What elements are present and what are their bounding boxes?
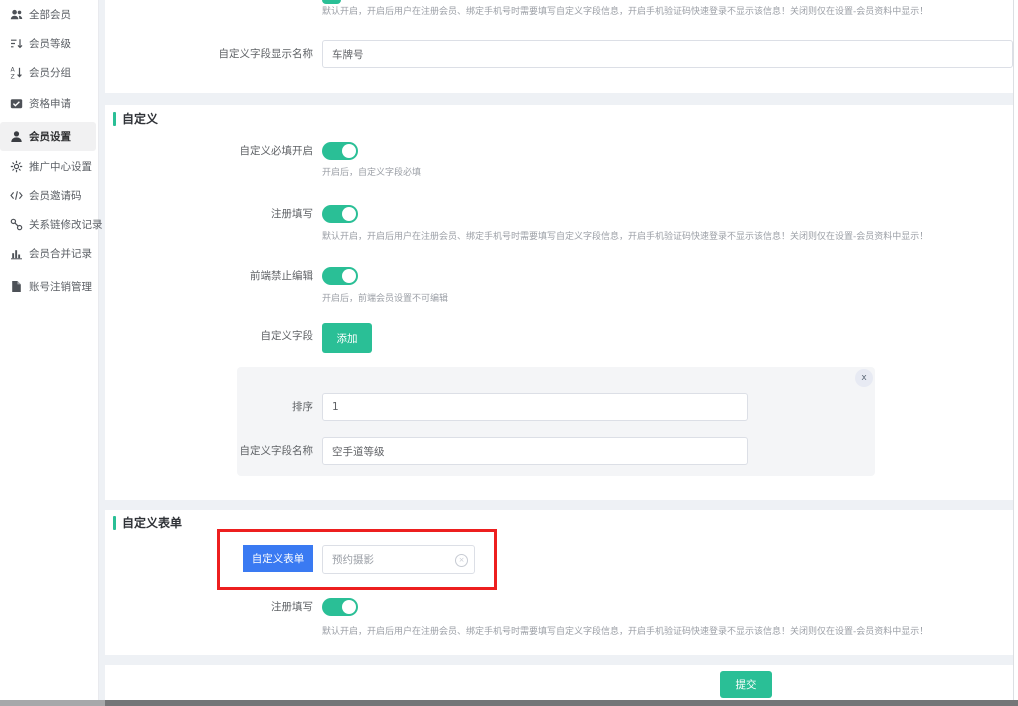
form-register-toggle[interactable] bbox=[322, 598, 358, 616]
users-icon bbox=[10, 8, 23, 21]
section-accent-bar bbox=[113, 112, 116, 126]
sidebar: 全部会员 会员等级 AZ 会员分组 资格申请 会员设置 推广中心设置 会员邀请码 bbox=[0, 0, 99, 700]
custom-required-toggle[interactable] bbox=[322, 142, 358, 160]
scrollbar-rail[interactable] bbox=[1013, 0, 1018, 700]
toggle-note: 默认开启，开启后用户在注册会员、绑定手机号时需要填写自定义字段信息，开启手机验证… bbox=[322, 6, 928, 18]
footer-bar: 提交 bbox=[105, 665, 1013, 700]
approval-icon bbox=[10, 97, 23, 110]
sidebar-item-label: 资格申请 bbox=[29, 96, 71, 111]
gear-icon bbox=[10, 160, 23, 173]
frontend-lock-toggle[interactable] bbox=[322, 267, 358, 285]
sidebar-item-label: 会员设置 bbox=[29, 129, 71, 144]
code-icon bbox=[10, 189, 23, 202]
custom-field-panel: x 排序 自定义字段名称 bbox=[237, 367, 875, 476]
bar-chart-icon bbox=[10, 247, 23, 260]
section-accent-bar bbox=[113, 516, 116, 530]
sidebar-item-member-merge-log[interactable]: 会员合并记录 bbox=[0, 239, 98, 268]
sidebar-item-account-cancel-manage[interactable]: 账号注销管理 bbox=[0, 272, 98, 301]
user-icon bbox=[10, 130, 23, 143]
sidebar-item-label: 会员邀请码 bbox=[29, 188, 82, 203]
sort-input[interactable] bbox=[322, 393, 748, 421]
add-field-button[interactable]: 添加 bbox=[322, 323, 372, 353]
sidebar-item-label: 推广中心设置 bbox=[29, 159, 92, 174]
custom-required-label: 自定义必填开启 bbox=[105, 145, 313, 158]
sort-descending-icon bbox=[10, 37, 23, 50]
close-icon[interactable]: x bbox=[855, 369, 873, 387]
sidebar-item-label: 关系链修改记录 bbox=[29, 217, 103, 232]
sidebar-item-label: 账号注销管理 bbox=[29, 279, 92, 294]
toggle-partial[interactable] bbox=[322, 0, 341, 4]
app-window: 全部会员 会员等级 AZ 会员分组 资格申请 会员设置 推广中心设置 会员邀请码 bbox=[0, 0, 1018, 706]
field-name-label: 自定义字段名称 bbox=[237, 445, 313, 458]
custom-fields-label: 自定义字段 bbox=[105, 330, 313, 343]
link-icon bbox=[10, 218, 23, 231]
sidebar-item-member-levels[interactable]: 会员等级 bbox=[0, 29, 98, 58]
display-name-input[interactable] bbox=[322, 40, 1013, 68]
sidebar-item-promotion-center-settings[interactable]: 推广中心设置 bbox=[0, 152, 98, 181]
document-icon bbox=[10, 280, 23, 293]
custom-section-card: 自定义 自定义必填开启 开启后，自定义字段必填 注册填写 默认开启，开启后用户在… bbox=[105, 105, 1013, 500]
sidebar-item-all-members[interactable]: 全部会员 bbox=[0, 0, 98, 29]
sidebar-item-label: 会员合并记录 bbox=[29, 246, 92, 261]
main-content: 默认开启，开启后用户在注册会员、绑定手机号时需要填写自定义字段信息，开启手机验证… bbox=[105, 0, 1013, 700]
custom-required-note: 开启后，自定义字段必填 bbox=[322, 167, 421, 179]
sidebar-item-label: 会员等级 bbox=[29, 36, 71, 51]
form-register-note: 默认开启，开启后用户在注册会员、绑定手机号时需要填写自定义字段信息，开启手机验证… bbox=[322, 626, 928, 638]
window-bottom-edge bbox=[105, 700, 1018, 706]
svg-text:Z: Z bbox=[11, 73, 15, 79]
submit-button[interactable]: 提交 bbox=[720, 671, 772, 698]
display-name-label: 自定义字段显示名称 bbox=[105, 48, 313, 61]
section-title: 自定义 bbox=[122, 112, 158, 126]
register-fill-toggle[interactable] bbox=[322, 205, 358, 223]
sidebar-item-label: 全部会员 bbox=[29, 7, 71, 22]
display-name-card: 默认开启，开启后用户在注册会员、绑定手机号时需要填写自定义字段信息，开启手机验证… bbox=[105, 0, 1013, 93]
register-fill-note: 默认开启，开启后用户在注册会员、绑定手机号时需要填写自定义字段信息，开启手机验证… bbox=[322, 231, 928, 243]
sidebar-item-member-invite-code[interactable]: 会员邀请码 bbox=[0, 181, 98, 210]
sidebar-item-qualification-apply[interactable]: 资格申请 bbox=[0, 89, 98, 118]
sort-label: 排序 bbox=[237, 401, 313, 414]
field-name-input[interactable] bbox=[322, 437, 748, 465]
sidebar-item-relation-chain-log[interactable]: 关系链修改记录 bbox=[0, 210, 98, 239]
custom-form-card: 自定义表单 自定义表单 × 注册填写 默认开启，开启后用户在注册会员、绑定手机号… bbox=[105, 510, 1013, 655]
form-register-label: 注册填写 bbox=[105, 601, 313, 614]
annotation-rectangle bbox=[217, 529, 497, 590]
sidebar-item-member-settings[interactable]: 会员设置 bbox=[0, 122, 96, 151]
window-bottom-edge bbox=[0, 700, 105, 706]
sidebar-item-label: 会员分组 bbox=[29, 65, 71, 80]
sort-az-icon: AZ bbox=[10, 66, 23, 79]
register-fill-label: 注册填写 bbox=[105, 208, 313, 221]
frontend-lock-label: 前端禁止编辑 bbox=[105, 270, 313, 283]
section-title: 自定义表单 bbox=[122, 516, 182, 530]
frontend-lock-note: 开启后，前端会员设置不可编辑 bbox=[322, 293, 448, 305]
sidebar-item-member-groups[interactable]: AZ 会员分组 bbox=[0, 58, 98, 87]
